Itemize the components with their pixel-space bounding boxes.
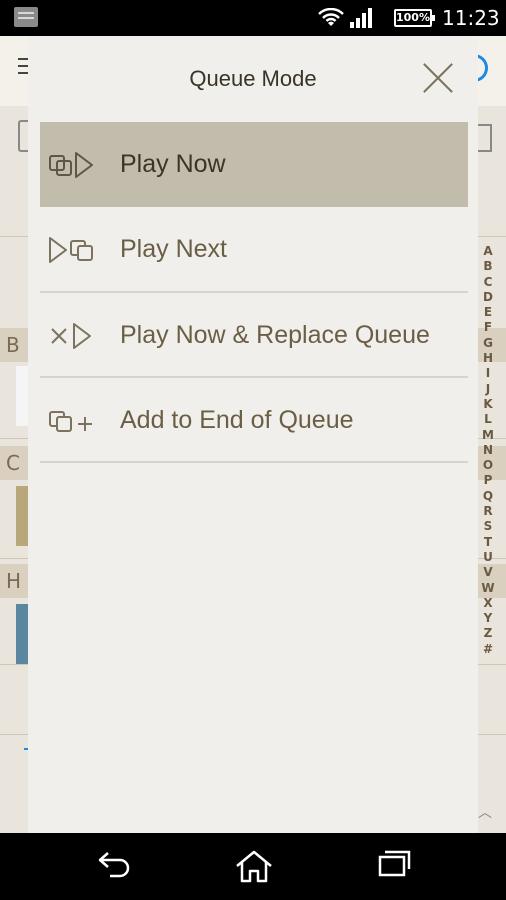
alpha-index-letter[interactable]: Z [484,626,493,641]
alpha-index-letter[interactable]: H [483,351,493,366]
navigation-bar [0,833,506,900]
alpha-index-letter[interactable]: W [481,581,494,596]
alpha-index-letter[interactable]: G [483,336,493,351]
clock: 11:23 [442,6,500,30]
wifi-icon [318,8,344,26]
alpha-index-letter[interactable]: Y [484,611,493,626]
alphabet-index[interactable]: A B C D E F G H I J K L M N O P Q R S T U V W X Y Z # [478,244,498,657]
recent-apps-icon[interactable] [376,849,412,879]
play-next-icon [49,237,93,263]
search-icon [478,124,492,152]
play-now-icon [49,152,93,178]
alpha-index-letter[interactable]: I [486,366,490,381]
alpha-index-letter[interactable]: O [483,458,493,473]
option-label: Play Now & Replace Queue [120,321,430,349]
add-to-queue-icon [49,411,92,432]
alpha-index-letter[interactable]: U [483,550,493,565]
alpha-index-letter[interactable]: L [484,412,492,427]
alpha-index-letter[interactable]: T [484,535,492,550]
queue-mode-dialog: Queue Mode Play Now Play Next Play Now &… [28,36,478,833]
alpha-index-letter[interactable]: S [484,519,493,534]
alpha-index-letter[interactable]: N [483,443,493,458]
alpha-index-letter[interactable]: X [483,596,492,611]
back-icon[interactable] [96,849,132,879]
close-button[interactable] [420,60,456,96]
option-play-now-replace-queue[interactable]: Play Now & Replace Queue [40,293,468,378]
status-bar: 100% 11:23 [0,0,506,36]
option-play-now[interactable]: Play Now [40,122,468,207]
alpha-index-letter[interactable]: R [483,504,492,519]
alpha-index-letter[interactable]: V [483,565,492,580]
dialog-title: Queue Mode [189,66,317,91]
option-play-next[interactable]: Play Next [40,207,468,292]
signal-icon [350,8,372,28]
option-label: Play Now [120,150,226,178]
alpha-index-letter[interactable]: E [484,305,492,320]
divider [40,461,468,463]
alpha-index-letter[interactable]: K [483,397,492,412]
battery-icon: 100% [394,9,435,27]
option-add-to-end-of-queue[interactable]: Add to End of Queue [40,378,468,463]
alpha-index-letter[interactable]: F [484,320,492,335]
alpha-index-letter[interactable]: # [483,642,493,657]
alpha-index-letter[interactable]: Q [483,489,493,504]
alpha-index-letter[interactable]: B [483,259,492,274]
chevron-up-icon: ︿ [478,805,492,821]
option-label: Play Next [120,235,227,263]
option-label: Add to End of Queue [120,406,354,434]
alpha-index-letter[interactable]: D [483,290,493,305]
alpha-index-letter[interactable]: P [484,473,493,488]
alpha-index-letter[interactable]: A [483,244,492,259]
home-icon[interactable] [234,849,274,883]
notification-icon [14,7,38,27]
replace-queue-icon [51,323,91,349]
alpha-index-letter[interactable]: J [486,382,490,397]
alpha-index-letter[interactable]: C [484,275,493,290]
alpha-index-letter[interactable]: M [482,428,494,443]
